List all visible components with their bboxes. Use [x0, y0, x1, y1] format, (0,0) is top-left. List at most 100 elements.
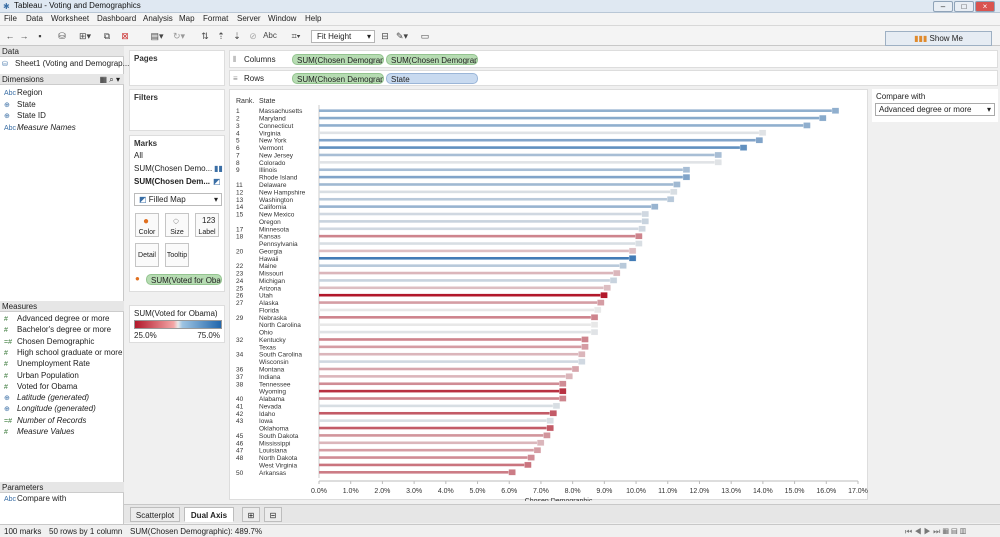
menu-window[interactable]: Window — [268, 14, 296, 23]
state-label: Iowa — [259, 418, 273, 425]
menu-server[interactable]: Server — [237, 14, 261, 23]
measure-field[interactable]: =# Chosen Demographic — [4, 337, 94, 346]
show-me-button[interactable]: ▮▮▮ Show Me — [885, 31, 992, 46]
marks-layer-2[interactable]: SUM(Chosen Dem... — [134, 177, 210, 186]
bar — [319, 249, 637, 253]
fit-value: Fit Height — [317, 32, 352, 41]
measure-label: Measure Values — [17, 427, 75, 436]
state-shape-mark — [628, 255, 637, 262]
rank-label: 9 — [236, 167, 240, 174]
state-header: State — [259, 98, 275, 105]
measure-field[interactable]: ⊕ Longitude (generated) — [4, 404, 96, 413]
pause-updates-icon[interactable]: ▤▾ — [148, 29, 166, 43]
rows-pill-state[interactable]: State — [386, 73, 478, 84]
parameter-field[interactable]: AbcCompare with — [4, 494, 66, 503]
fix-axes-icon[interactable]: ⊟ — [378, 29, 392, 43]
swap-axes-icon[interactable]: ⇅ — [198, 29, 212, 43]
number-type-icon: =# — [4, 417, 12, 425]
state-label: Tennessee — [259, 381, 291, 388]
menu-map[interactable]: Map — [179, 14, 195, 23]
bar — [319, 367, 579, 371]
fit-dropdown[interactable]: Fit Height ▾ — [311, 30, 375, 43]
x-axis-title: Chosen Demographic — [525, 498, 593, 501]
size-button[interactable]: ◌ Size — [165, 213, 189, 237]
new-worksheet-icon[interactable]: ⊞▾ — [76, 29, 94, 43]
menu-format[interactable]: Format — [203, 14, 228, 23]
presentation-icon[interactable]: ▭ — [418, 29, 432, 43]
tab-dual-axis[interactable]: Dual Axis — [184, 507, 234, 522]
rows-shelf[interactable]: ≡ Rows SUM(Chosen Demograph... State — [229, 70, 998, 86]
state-shape-mark — [628, 247, 637, 255]
measure-field[interactable]: ⊕ Latitude (generated) — [4, 393, 89, 402]
back-icon[interactable]: ← — [4, 29, 16, 43]
show-labels-button[interactable]: Abc — [256, 29, 284, 43]
pen-icon[interactable]: ✎▾ — [392, 29, 412, 43]
state-shape-mark — [533, 447, 542, 454]
clear-sheet-icon[interactable]: ⊠ — [118, 29, 132, 43]
marks-all[interactable]: All — [134, 151, 143, 160]
rank-label: 26 — [236, 293, 244, 300]
compare-dropdown[interactable]: Advanced degree or more ▾ — [875, 103, 995, 116]
sort-ascending-icon[interactable]: ⇡ — [214, 29, 228, 43]
menu-file[interactable]: File — [4, 14, 17, 23]
state-label: Missouri — [259, 271, 283, 278]
state-label: Rhode Island — [259, 175, 298, 182]
rows-pill-1[interactable]: SUM(Chosen Demograph... — [292, 73, 384, 84]
search-icon[interactable]: ▦ ⌕ ▾ — [100, 74, 121, 85]
menu-worksheet[interactable]: Worksheet — [51, 14, 89, 23]
columns-shelf[interactable]: ⦀ Columns SUM(Chosen Demograph... SUM(Ch… — [229, 50, 998, 68]
dimension-field[interactable]: AbcRegion — [4, 88, 42, 97]
bar — [319, 116, 827, 120]
color-field-pill[interactable]: SUM(Voted for Oba... — [146, 274, 222, 285]
measure-field[interactable]: # Advanced degree or more — [4, 314, 110, 323]
sheet-nav-icon[interactable]: ⏮ ◀ ▶ ⏭ ▦ ▤ ▥ — [905, 527, 966, 537]
state-shape-mark — [666, 196, 675, 203]
new-sheet-icon[interactable]: ⊞ — [242, 507, 260, 522]
marks-layer-1[interactable]: SUM(Chosen Demo... — [134, 164, 212, 173]
x-tick-label: 12.0% — [690, 488, 710, 495]
forward-icon[interactable]: → — [18, 29, 30, 43]
measure-field[interactable]: # Bachelor's degree or more — [4, 325, 111, 334]
detail-button[interactable]: Detail — [135, 243, 159, 267]
columns-pill-2[interactable]: SUM(Chosen Demograph... — [386, 54, 478, 65]
measure-field[interactable]: # Measure Values — [4, 427, 75, 436]
state-shape-mark — [739, 144, 748, 151]
save-icon[interactable]: ▪ — [34, 29, 46, 43]
dimension-field[interactable]: ⊕ State ID — [4, 111, 46, 120]
tooltip-button[interactable]: Tooltip — [165, 243, 189, 267]
chart-svg: Rank. State 1 Massachusetts 2 Maryland 3 Connec… — [236, 98, 868, 501]
measure-field[interactable]: # High school graduate or more — [4, 348, 122, 357]
measure-field[interactable]: # Urban Population — [4, 371, 79, 380]
mark-type-dropdown[interactable]: ◩ Filled Map ▾ — [134, 193, 222, 206]
filters-shelf[interactable]: Filters — [129, 89, 225, 131]
menu-analysis[interactable]: Analysis — [143, 14, 173, 23]
datasource-item[interactable]: ⛁ Sheet1 (Voting and Demograp... — [2, 59, 129, 68]
measure-field[interactable]: # Voted for Obama — [4, 382, 77, 391]
pages-shelf[interactable]: Pages — [129, 50, 225, 86]
sort-descending-icon[interactable]: ⇣ — [230, 29, 244, 43]
highlight-icon[interactable]: ⌗▾ — [286, 29, 306, 43]
new-dashboard-icon[interactable]: ⊟ — [264, 507, 282, 522]
state-shape-mark — [590, 314, 599, 321]
measure-field[interactable]: =# Number of Records — [4, 416, 86, 425]
dimension-field[interactable]: ⊕ State — [4, 100, 36, 109]
add-datasource-icon[interactable]: ⛁ — [56, 29, 68, 43]
close-icon[interactable]: × — [975, 1, 995, 12]
menu-data[interactable]: Data — [26, 14, 43, 23]
bar — [319, 375, 573, 378]
dimension-field[interactable]: AbcMeasure Names — [4, 123, 76, 132]
label-button[interactable]: 123 Label — [195, 213, 219, 237]
menu-dashboard[interactable]: Dashboard — [97, 14, 136, 23]
columns-pill-1[interactable]: SUM(Chosen Demograph... — [292, 54, 384, 65]
minimize-icon[interactable]: – — [933, 1, 953, 12]
state-shape-mark — [603, 284, 611, 291]
measure-field[interactable]: # Unemployment Rate — [4, 359, 90, 368]
menu-help[interactable]: Help — [305, 14, 321, 23]
color-icon: ● — [143, 216, 150, 227]
color-button[interactable]: ● Color — [135, 213, 159, 237]
duplicate-sheet-icon[interactable]: ⧉ — [100, 29, 114, 43]
tab-scatterplot[interactable]: Scatterplot — [130, 507, 180, 522]
maximize-icon[interactable]: □ — [954, 1, 974, 12]
refresh-icon[interactable]: ↻▾ — [170, 29, 188, 43]
dimensions-title: Dimensions — [2, 75, 44, 84]
